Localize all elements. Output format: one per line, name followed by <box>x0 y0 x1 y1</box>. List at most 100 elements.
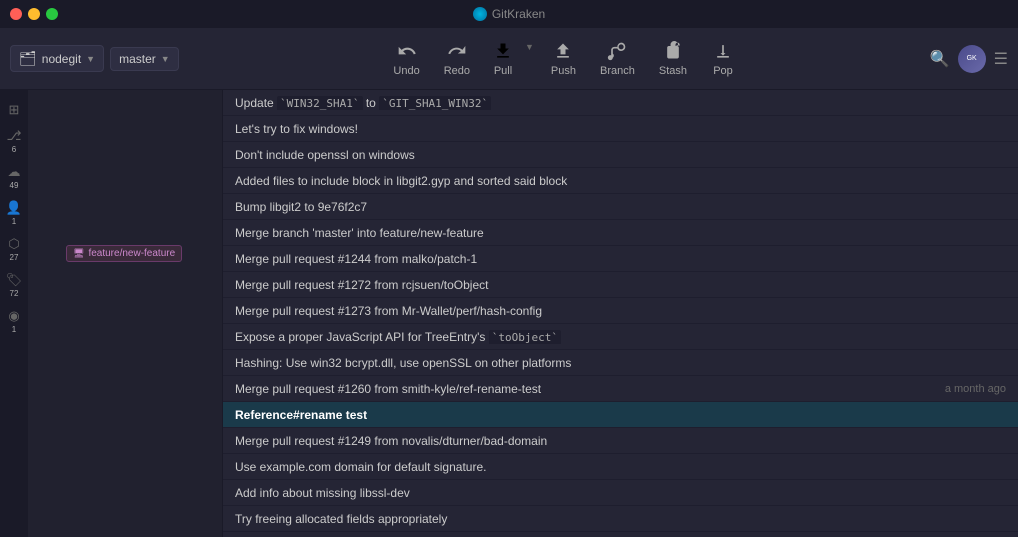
commit-graph: ⚓ <box>28 90 222 537</box>
branch-label: Branch <box>600 65 635 77</box>
folder-icon: 🗂 <box>19 50 37 67</box>
toolbar-actions: Undo Redo Pull ▼ Push <box>199 36 930 81</box>
cloud-icon: ☁ <box>8 164 21 180</box>
commit-message: Update `WIN32_SHA1` to `GIT_SHA1_WIN32` <box>235 96 1006 110</box>
close-button[interactable] <box>10 8 22 20</box>
titlebar: GitKraken <box>0 0 1018 28</box>
redo-button[interactable]: Redo <box>434 36 480 81</box>
feature-branch-name: feature/new-feature <box>88 248 175 259</box>
branch-name: master <box>119 52 156 66</box>
commit-message: Try freeing allocated fields appropriate… <box>235 512 1006 526</box>
toolbar-right: 🔍 GK ☰ <box>930 45 1008 73</box>
submodule-icon: ◉ <box>8 308 19 324</box>
table-row[interactable]: Try freeing allocated fields appropriate… <box>223 506 1018 532</box>
remote-badge: 49 <box>10 181 19 190</box>
table-row[interactable]: Bump libgit2 to 9e76f2c7 <box>223 194 1018 220</box>
table-row[interactable]: Add info about missing libssl-dev <box>223 480 1018 506</box>
sidebar-item-submodules[interactable]: ◉ 1 <box>1 304 27 338</box>
pull-icon <box>492 40 514 62</box>
sidebar-item-tags[interactable]: 🏷 72 <box>1 268 27 302</box>
tag-icon: 🏷 <box>6 272 23 288</box>
table-row[interactable]: Don't include openssl on windows <box>223 142 1018 168</box>
stash-nav-icon: ⬡ <box>8 236 19 252</box>
table-row[interactable]: Hashing: Use win32 bcrypt.dll, use openS… <box>223 350 1018 376</box>
redo-label: Redo <box>444 65 470 77</box>
redo-icon <box>446 40 468 62</box>
commit-message: Hashing: Use win32 bcrypt.dll, use openS… <box>235 356 1006 370</box>
table-row[interactable]: Merge pull request #1260 from smith-kyle… <box>223 376 1018 402</box>
tags-badge: 72 <box>10 289 19 298</box>
table-row[interactable]: Merge pull request #1244 from malko/patc… <box>223 246 1018 272</box>
repo-selector[interactable]: 🗂 nodegit ▼ <box>10 45 104 72</box>
sidebar-item-stash-nav[interactable]: ⬡ 27 <box>1 232 27 266</box>
commit-message: Bump libgit2 to 9e76f2c7 <box>235 200 1006 214</box>
sidebar-item-branches[interactable]: ⎇ 6 <box>1 124 27 158</box>
commit-message: Use example.com domain for default signa… <box>235 460 1006 474</box>
commit-message: Merge pull request #1272 from rcjsuen/to… <box>235 278 1006 292</box>
left-panel: 🖥 feature/new-feature fix/missing frags … <box>28 90 223 537</box>
sidebar-item-people[interactable]: 👤 1 <box>1 196 27 230</box>
table-row[interactable]: Added files to include block in libgit2.… <box>223 168 1018 194</box>
menu-button[interactable]: ☰ <box>994 49 1008 69</box>
table-row[interactable]: Merge pull request #1272 from rcjsuen/to… <box>223 272 1018 298</box>
table-row[interactable]: Let's try to fix windows! <box>223 116 1018 142</box>
branch-selector[interactable]: master ▼ <box>110 47 179 71</box>
stash-button[interactable]: Stash <box>649 36 697 81</box>
pop-label: Pop <box>713 65 733 77</box>
sidebar-icons: ⊞ ⎇ 6 ☁ 49 👤 1 ⬡ 27 🏷 72 ◉ 1 <box>0 90 28 537</box>
maximize-button[interactable] <box>46 8 58 20</box>
table-row[interactable]: Update `WIN32_SHA1` to `GIT_SHA1_WIN32` <box>223 90 1018 116</box>
table-row[interactable]: Merge branch 'master' into feature/new-f… <box>223 220 1018 246</box>
people-icon: 👤 <box>6 200 22 216</box>
commit-message: Added files to include block in libgit2.… <box>235 174 1006 188</box>
window-controls <box>10 8 58 20</box>
stash-badge: 27 <box>10 253 19 262</box>
pop-button[interactable]: Pop <box>701 36 745 81</box>
table-row[interactable]: Expose a proper JavaScript API for TreeE… <box>223 324 1018 350</box>
chevron-down-icon: ▼ <box>86 54 95 64</box>
pull-split-button: Pull ▼ <box>484 36 537 81</box>
table-row[interactable]: Reference#rename test <box>223 402 1018 428</box>
repo-icon: ⊞ <box>9 102 20 118</box>
commit-message: Merge branch 'master' into feature/new-f… <box>235 226 1006 240</box>
undo-label: Undo <box>393 65 419 77</box>
commit-list[interactable]: Update `WIN32_SHA1` to `GIT_SHA1_WIN32` … <box>223 90 1018 537</box>
branch-icon <box>606 40 628 62</box>
pull-label: Pull <box>494 65 512 77</box>
table-row[interactable]: Merge pull request #1273 from Mr-Wallet/… <box>223 298 1018 324</box>
people-badge: 1 <box>12 217 16 226</box>
feature-branch-label[interactable]: 🖥 feature/new-feature <box>66 245 182 262</box>
push-label: Push <box>551 65 576 77</box>
pull-dropdown-button[interactable]: ▼ <box>522 36 537 81</box>
push-button[interactable]: Push <box>541 36 586 81</box>
minimize-button[interactable] <box>28 8 40 20</box>
commit-message: Merge pull request #1260 from smith-kyle… <box>235 382 935 396</box>
pop-icon <box>712 40 734 62</box>
app-title-text: GitKraken <box>492 7 545 21</box>
sidebar-item-remote[interactable]: ☁ 49 <box>1 160 27 194</box>
commit-message: Add info about missing libssl-dev <box>235 486 1006 500</box>
avatar[interactable]: GK <box>958 45 986 73</box>
undo-button[interactable]: Undo <box>383 36 429 81</box>
chevron-down-icon: ▼ <box>161 54 170 64</box>
main-content: ⊞ ⎇ 6 ☁ 49 👤 1 ⬡ 27 🏷 72 ◉ 1 🖥 <box>0 90 1018 537</box>
sidebar-item-repo[interactable]: ⊞ <box>1 98 27 122</box>
stash-label: Stash <box>659 65 687 77</box>
submodule-badge: 1 <box>12 325 16 334</box>
toolbar-left: 🗂 nodegit ▼ master ▼ <box>10 45 179 72</box>
pull-button[interactable]: Pull <box>484 36 522 81</box>
commit-message: Expose a proper JavaScript API for TreeE… <box>235 330 1006 344</box>
branch-nav-icon: ⎇ <box>7 128 22 144</box>
repo-name: nodegit <box>42 52 81 66</box>
app-title: GitKraken <box>473 7 545 21</box>
table-row[interactable]: Merge pull request #1249 from novalis/dt… <box>223 428 1018 454</box>
branch-button[interactable]: Branch <box>590 36 645 81</box>
app-icon <box>473 7 487 21</box>
push-icon <box>552 40 574 62</box>
commit-message: Merge pull request #1244 from malko/patc… <box>235 252 1006 266</box>
stash-icon <box>662 40 684 62</box>
commit-message: Let's try to fix windows! <box>235 122 1006 136</box>
search-button[interactable]: 🔍 <box>930 49 950 69</box>
table-row[interactable]: Use example.com domain for default signa… <box>223 454 1018 480</box>
commit-message: Reference#rename test <box>235 408 1006 422</box>
